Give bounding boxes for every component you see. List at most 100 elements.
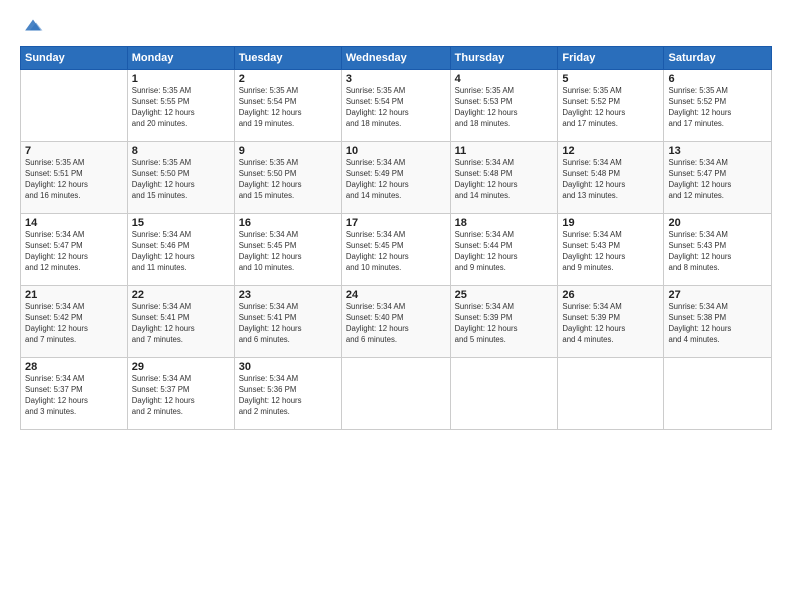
calendar-cell <box>558 358 664 430</box>
day-number: 8 <box>132 145 230 157</box>
day-number: 24 <box>346 289 446 301</box>
calendar-cell: 19Sunrise: 5:34 AM Sunset: 5:43 PM Dayli… <box>558 214 664 286</box>
weekday-header-saturday: Saturday <box>664 47 772 70</box>
calendar-cell: 1Sunrise: 5:35 AM Sunset: 5:55 PM Daylig… <box>127 70 234 142</box>
day-info: Sunrise: 5:34 AM Sunset: 5:47 PM Dayligh… <box>668 158 767 202</box>
day-number: 9 <box>239 145 337 157</box>
calendar-cell: 4Sunrise: 5:35 AM Sunset: 5:53 PM Daylig… <box>450 70 558 142</box>
header <box>20 18 772 36</box>
day-number: 29 <box>132 361 230 373</box>
weekday-header-monday: Monday <box>127 47 234 70</box>
day-info: Sunrise: 5:34 AM Sunset: 5:45 PM Dayligh… <box>346 230 446 274</box>
logo <box>20 18 44 36</box>
day-number: 19 <box>562 217 659 229</box>
day-info: Sunrise: 5:35 AM Sunset: 5:55 PM Dayligh… <box>132 86 230 130</box>
day-number: 25 <box>455 289 554 301</box>
day-number: 13 <box>668 145 767 157</box>
calendar-cell: 22Sunrise: 5:34 AM Sunset: 5:41 PM Dayli… <box>127 286 234 358</box>
calendar-cell: 25Sunrise: 5:34 AM Sunset: 5:39 PM Dayli… <box>450 286 558 358</box>
calendar-cell: 24Sunrise: 5:34 AM Sunset: 5:40 PM Dayli… <box>341 286 450 358</box>
page: SundayMondayTuesdayWednesdayThursdayFrid… <box>0 0 792 612</box>
day-info: Sunrise: 5:34 AM Sunset: 5:41 PM Dayligh… <box>239 302 337 346</box>
calendar-cell: 8Sunrise: 5:35 AM Sunset: 5:50 PM Daylig… <box>127 142 234 214</box>
day-number: 30 <box>239 361 337 373</box>
day-info: Sunrise: 5:34 AM Sunset: 5:49 PM Dayligh… <box>346 158 446 202</box>
day-number: 17 <box>346 217 446 229</box>
calendar-cell <box>450 358 558 430</box>
weekday-row: SundayMondayTuesdayWednesdayThursdayFrid… <box>21 47 772 70</box>
week-row-2: 7Sunrise: 5:35 AM Sunset: 5:51 PM Daylig… <box>21 142 772 214</box>
day-info: Sunrise: 5:34 AM Sunset: 5:45 PM Dayligh… <box>239 230 337 274</box>
calendar-cell: 29Sunrise: 5:34 AM Sunset: 5:37 PM Dayli… <box>127 358 234 430</box>
day-number: 22 <box>132 289 230 301</box>
weekday-header-friday: Friday <box>558 47 664 70</box>
calendar-table: SundayMondayTuesdayWednesdayThursdayFrid… <box>20 46 772 430</box>
day-number: 4 <box>455 73 554 85</box>
day-info: Sunrise: 5:34 AM Sunset: 5:43 PM Dayligh… <box>668 230 767 274</box>
calendar-cell: 16Sunrise: 5:34 AM Sunset: 5:45 PM Dayli… <box>234 214 341 286</box>
day-info: Sunrise: 5:34 AM Sunset: 5:37 PM Dayligh… <box>132 374 230 418</box>
calendar-cell: 15Sunrise: 5:34 AM Sunset: 5:46 PM Dayli… <box>127 214 234 286</box>
day-info: Sunrise: 5:35 AM Sunset: 5:54 PM Dayligh… <box>239 86 337 130</box>
calendar-cell <box>664 358 772 430</box>
calendar-cell: 30Sunrise: 5:34 AM Sunset: 5:36 PM Dayli… <box>234 358 341 430</box>
day-number: 11 <box>455 145 554 157</box>
day-number: 7 <box>25 145 123 157</box>
day-number: 26 <box>562 289 659 301</box>
calendar-cell: 10Sunrise: 5:34 AM Sunset: 5:49 PM Dayli… <box>341 142 450 214</box>
day-number: 6 <box>668 73 767 85</box>
day-info: Sunrise: 5:34 AM Sunset: 5:47 PM Dayligh… <box>25 230 123 274</box>
day-info: Sunrise: 5:34 AM Sunset: 5:46 PM Dayligh… <box>132 230 230 274</box>
calendar-cell: 14Sunrise: 5:34 AM Sunset: 5:47 PM Dayli… <box>21 214 128 286</box>
logo-icon <box>22 14 44 36</box>
day-number: 10 <box>346 145 446 157</box>
day-number: 21 <box>25 289 123 301</box>
day-info: Sunrise: 5:35 AM Sunset: 5:54 PM Dayligh… <box>346 86 446 130</box>
day-info: Sunrise: 5:34 AM Sunset: 5:44 PM Dayligh… <box>455 230 554 274</box>
calendar-cell: 26Sunrise: 5:34 AM Sunset: 5:39 PM Dayli… <box>558 286 664 358</box>
calendar-cell: 17Sunrise: 5:34 AM Sunset: 5:45 PM Dayli… <box>341 214 450 286</box>
calendar-cell: 20Sunrise: 5:34 AM Sunset: 5:43 PM Dayli… <box>664 214 772 286</box>
calendar-body: 1Sunrise: 5:35 AM Sunset: 5:55 PM Daylig… <box>21 70 772 430</box>
week-row-3: 14Sunrise: 5:34 AM Sunset: 5:47 PM Dayli… <box>21 214 772 286</box>
day-info: Sunrise: 5:34 AM Sunset: 5:48 PM Dayligh… <box>455 158 554 202</box>
week-row-5: 28Sunrise: 5:34 AM Sunset: 5:37 PM Dayli… <box>21 358 772 430</box>
day-info: Sunrise: 5:34 AM Sunset: 5:38 PM Dayligh… <box>668 302 767 346</box>
calendar-cell: 11Sunrise: 5:34 AM Sunset: 5:48 PM Dayli… <box>450 142 558 214</box>
day-number: 1 <box>132 73 230 85</box>
calendar-cell: 18Sunrise: 5:34 AM Sunset: 5:44 PM Dayli… <box>450 214 558 286</box>
day-number: 12 <box>562 145 659 157</box>
day-number: 15 <box>132 217 230 229</box>
calendar-cell <box>21 70 128 142</box>
day-info: Sunrise: 5:35 AM Sunset: 5:50 PM Dayligh… <box>132 158 230 202</box>
day-info: Sunrise: 5:34 AM Sunset: 5:48 PM Dayligh… <box>562 158 659 202</box>
day-info: Sunrise: 5:34 AM Sunset: 5:39 PM Dayligh… <box>562 302 659 346</box>
day-info: Sunrise: 5:35 AM Sunset: 5:51 PM Dayligh… <box>25 158 123 202</box>
week-row-4: 21Sunrise: 5:34 AM Sunset: 5:42 PM Dayli… <box>21 286 772 358</box>
day-info: Sunrise: 5:34 AM Sunset: 5:37 PM Dayligh… <box>25 374 123 418</box>
weekday-header-sunday: Sunday <box>21 47 128 70</box>
day-info: Sunrise: 5:35 AM Sunset: 5:50 PM Dayligh… <box>239 158 337 202</box>
day-number: 20 <box>668 217 767 229</box>
day-info: Sunrise: 5:35 AM Sunset: 5:53 PM Dayligh… <box>455 86 554 130</box>
calendar-cell: 9Sunrise: 5:35 AM Sunset: 5:50 PM Daylig… <box>234 142 341 214</box>
calendar-cell: 5Sunrise: 5:35 AM Sunset: 5:52 PM Daylig… <box>558 70 664 142</box>
calendar-cell: 7Sunrise: 5:35 AM Sunset: 5:51 PM Daylig… <box>21 142 128 214</box>
calendar-cell: 2Sunrise: 5:35 AM Sunset: 5:54 PM Daylig… <box>234 70 341 142</box>
day-info: Sunrise: 5:34 AM Sunset: 5:42 PM Dayligh… <box>25 302 123 346</box>
calendar-header: SundayMondayTuesdayWednesdayThursdayFrid… <box>21 47 772 70</box>
day-info: Sunrise: 5:34 AM Sunset: 5:39 PM Dayligh… <box>455 302 554 346</box>
calendar-cell: 3Sunrise: 5:35 AM Sunset: 5:54 PM Daylig… <box>341 70 450 142</box>
calendar-cell: 21Sunrise: 5:34 AM Sunset: 5:42 PM Dayli… <box>21 286 128 358</box>
calendar-cell: 27Sunrise: 5:34 AM Sunset: 5:38 PM Dayli… <box>664 286 772 358</box>
day-info: Sunrise: 5:34 AM Sunset: 5:41 PM Dayligh… <box>132 302 230 346</box>
day-number: 16 <box>239 217 337 229</box>
day-info: Sunrise: 5:34 AM Sunset: 5:40 PM Dayligh… <box>346 302 446 346</box>
calendar-cell: 12Sunrise: 5:34 AM Sunset: 5:48 PM Dayli… <box>558 142 664 214</box>
day-number: 2 <box>239 73 337 85</box>
calendar-cell: 23Sunrise: 5:34 AM Sunset: 5:41 PM Dayli… <box>234 286 341 358</box>
day-number: 5 <box>562 73 659 85</box>
day-number: 18 <box>455 217 554 229</box>
day-number: 14 <box>25 217 123 229</box>
weekday-header-thursday: Thursday <box>450 47 558 70</box>
